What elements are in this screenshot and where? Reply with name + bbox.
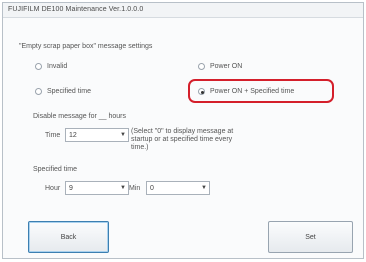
hour-select[interactable]: 9 ▼ xyxy=(65,181,129,195)
set-button[interactable]: Set xyxy=(268,221,353,253)
chevron-down-icon: ▼ xyxy=(120,185,126,191)
radio-power-on-specified-time[interactable]: Power ON + Specified time xyxy=(198,88,294,95)
title-bar: FUJIFILM DE100 Maintenance Ver.1.0.0.0 xyxy=(3,3,363,18)
min-select[interactable]: 0 ▼ xyxy=(146,181,210,195)
radio-invalid-label: Invalid xyxy=(47,63,68,70)
radio-power-on[interactable]: Power ON xyxy=(198,63,242,70)
hour-select-value: 9 xyxy=(69,184,73,192)
hour-label: Hour xyxy=(45,185,61,192)
radio-invalid-indicator xyxy=(35,63,42,70)
radio-specified-time-indicator xyxy=(35,88,42,95)
min-select-value: 0 xyxy=(150,184,154,192)
disable-note: (Select "0" to display message at startu… xyxy=(131,128,234,151)
back-button[interactable]: Back xyxy=(28,221,109,253)
time-label: Time xyxy=(45,132,61,139)
radio-power-on-specified-time-label: Power ON + Specified time xyxy=(210,88,295,95)
window-title: FUJIFILM DE100 Maintenance Ver.1.0.0.0 xyxy=(8,6,144,13)
specified-time-label: Specified time xyxy=(33,166,77,173)
chevron-down-icon: ▼ xyxy=(201,185,207,191)
time-select-value: 12 xyxy=(69,131,77,139)
maintenance-window: FUJIFILM DE100 Maintenance Ver.1.0.0.0 "… xyxy=(2,2,364,259)
section-heading: "Empty scrap paper box" message settings xyxy=(19,43,153,50)
radio-specified-time-label: Specified time xyxy=(47,88,91,95)
radio-specified-time[interactable]: Specified time xyxy=(35,88,91,95)
disable-message-label: Disable message for __ hours xyxy=(33,113,126,120)
time-select[interactable]: 12 ▼ xyxy=(65,128,129,142)
radio-invalid[interactable]: Invalid xyxy=(35,63,67,70)
radio-power-on-label: Power ON xyxy=(210,63,243,70)
radio-power-on-specified-time-indicator xyxy=(198,88,205,95)
radio-power-on-indicator xyxy=(198,63,205,70)
min-label: Min xyxy=(129,185,141,192)
chevron-down-icon: ▼ xyxy=(120,132,126,138)
